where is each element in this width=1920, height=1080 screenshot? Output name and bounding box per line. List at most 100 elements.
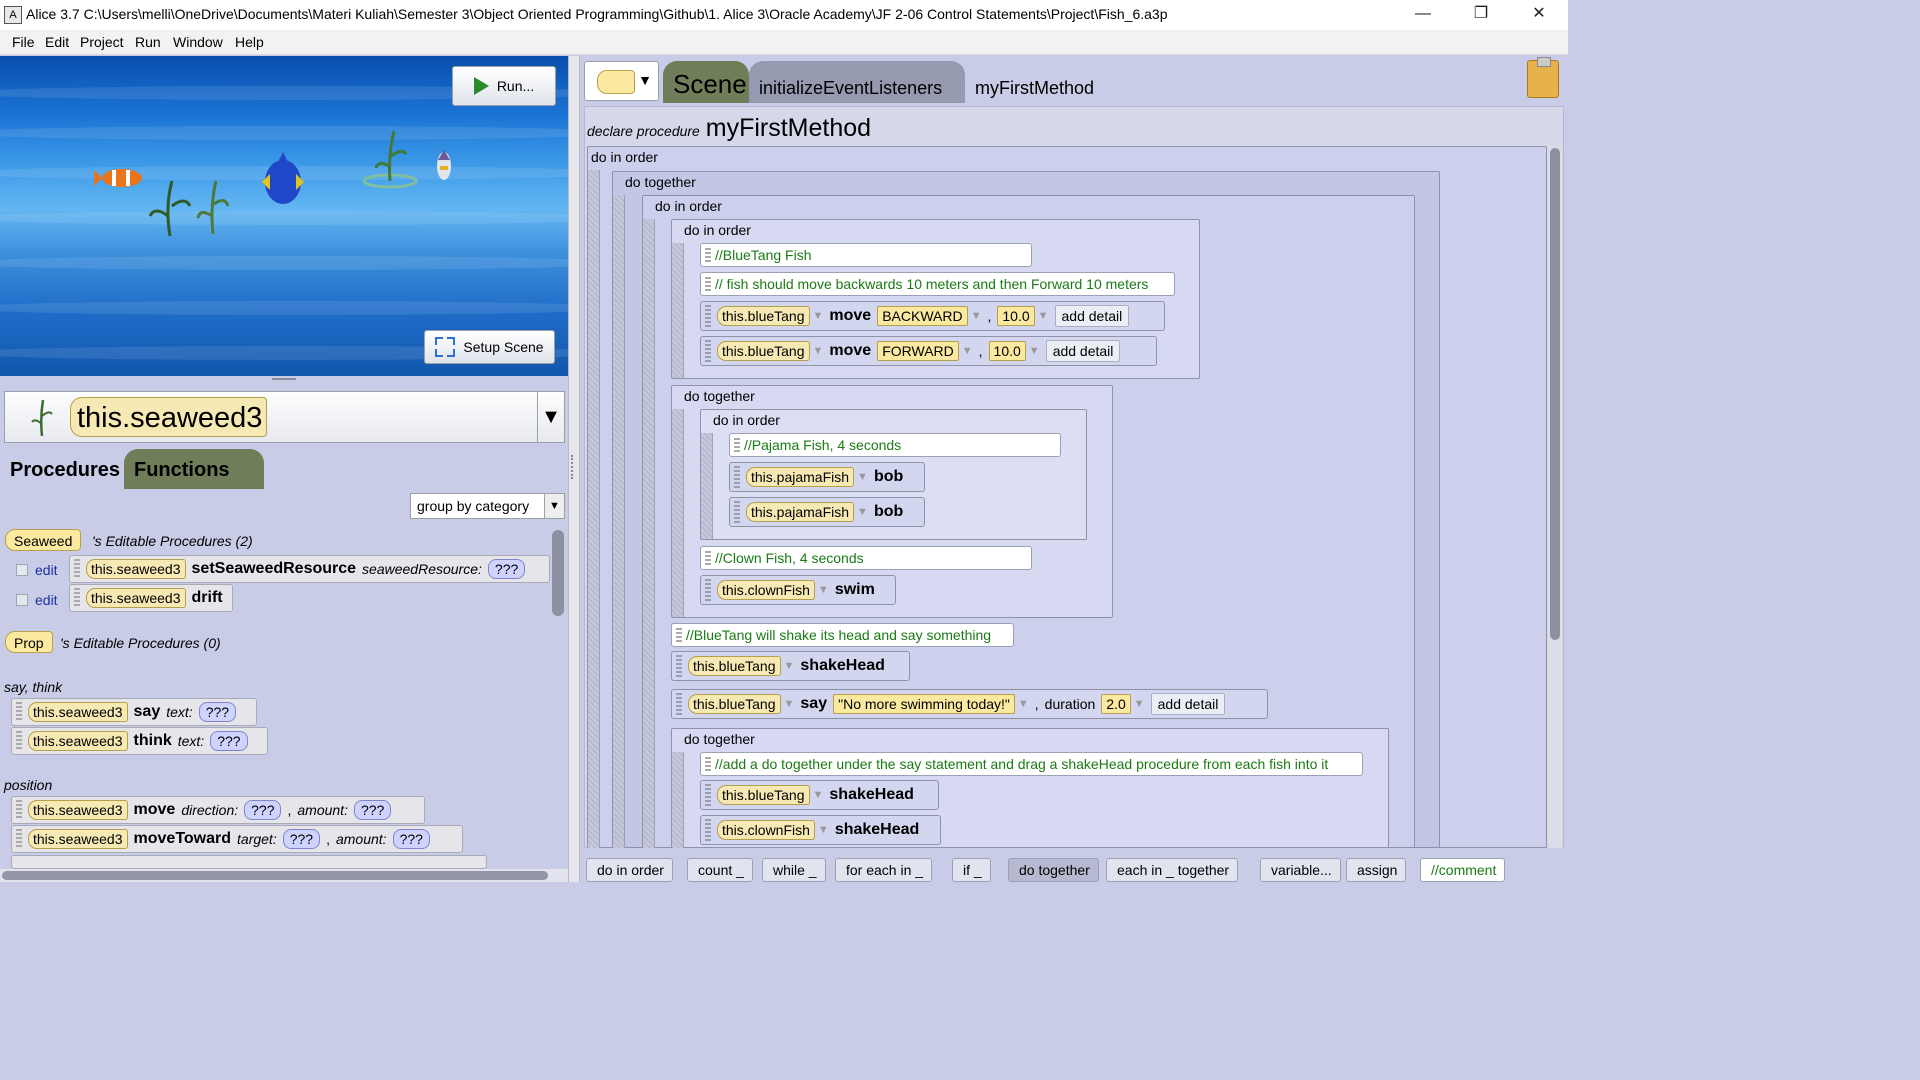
chevron-down-icon[interactable]: ▼ — [537, 392, 564, 442]
text-value[interactable]: "No more swimming today!" — [833, 694, 1015, 714]
object-ref[interactable]: this.blueTang — [688, 694, 781, 714]
statement-swim[interactable]: this.clownFish ▼ swim — [700, 575, 896, 605]
group-by-select[interactable]: group by category ▼ — [410, 493, 565, 519]
amount-value[interactable]: 10.0 — [988, 341, 1026, 361]
control-comment[interactable]: //comment — [1420, 858, 1506, 882]
object-ref[interactable]: this.blueTang — [717, 785, 810, 805]
statement-shakehead[interactable]: this.blueTang ▼ shakeHead — [700, 780, 939, 810]
arg-value[interactable]: ??? — [198, 702, 237, 722]
procedure-tile-drift[interactable]: this.seaweed3 drift — [69, 584, 233, 612]
object-ref[interactable]: this.pajamaFish — [746, 502, 855, 522]
restore-icon[interactable]: ❐ — [1452, 0, 1510, 30]
control-variable[interactable]: variable... — [1260, 858, 1341, 882]
method-name: shakeHead — [800, 657, 885, 674]
control-while[interactable]: while _ — [762, 858, 826, 882]
statement-say[interactable]: this.blueTang ▼ say "No more swimming tod… — [671, 689, 1268, 719]
member-tabs: Procedures Functions — [0, 449, 568, 489]
comment-statement[interactable]: //add a do together under the say statem… — [700, 752, 1363, 776]
arg-label: text: — [177, 733, 205, 749]
selected-object-label: this.seaweed3 — [70, 397, 268, 437]
run-button[interactable]: Run... — [452, 66, 556, 106]
statement-shakehead[interactable]: this.blueTang ▼ shakeHead — [671, 651, 910, 681]
type-chooser-button[interactable]: ▼ — [584, 61, 659, 101]
method-name: move — [829, 307, 872, 324]
procedure-tile-movetoward[interactable]: this.seaweed3 moveToward target: ??? , a… — [11, 825, 463, 853]
menu-help[interactable]: Help — [235, 34, 264, 50]
arg-value[interactable]: ??? — [392, 829, 430, 849]
menu-window[interactable]: Window — [173, 34, 223, 50]
comment-statement[interactable]: //BlueTang Fish — [700, 243, 1032, 267]
arg-value[interactable]: ??? — [210, 731, 248, 751]
duration-value[interactable]: 2.0 — [1101, 694, 1131, 714]
add-detail-button[interactable]: add detail — [1054, 305, 1130, 327]
add-detail-button[interactable]: add detail — [1045, 340, 1121, 362]
type-hexagon-icon — [597, 70, 635, 94]
object-ref[interactable]: this.pajamaFish — [746, 467, 855, 487]
close-icon[interactable]: ✕ — [1510, 0, 1568, 30]
tab-procedures[interactable]: Procedures — [0, 449, 131, 489]
amount-value[interactable]: 10.0 — [997, 306, 1035, 326]
statement-shakehead[interactable]: this.clownFish ▼ shakeHead — [700, 815, 941, 845]
block-label: do in order — [713, 412, 780, 428]
control-do-in-order[interactable]: do in order — [586, 858, 673, 882]
edit-link[interactable]: edit — [35, 592, 58, 608]
tab-scene[interactable]: Scene — [663, 61, 749, 103]
clipboard-icon[interactable] — [1527, 57, 1559, 98]
direction-value[interactable]: FORWARD — [877, 341, 959, 361]
setup-scene-label: Setup Scene — [463, 339, 544, 355]
edit-link[interactable]: edit — [35, 562, 58, 578]
control-count[interactable]: count _ — [687, 858, 753, 882]
statement-bob[interactable]: this.pajamaFish ▼ bob — [729, 462, 925, 492]
minimize-icon[interactable]: — — [1394, 0, 1452, 30]
arg-value[interactable]: ??? — [487, 559, 526, 579]
menu-edit[interactable]: Edit — [45, 34, 69, 50]
object-ref[interactable]: this.blueTang — [717, 341, 810, 361]
control-if[interactable]: if _ — [952, 858, 991, 882]
statement-bob[interactable]: this.pajamaFish ▼ bob — [729, 497, 925, 527]
menu-run[interactable]: Run — [135, 34, 161, 50]
code-scrollbar-thumb[interactable] — [1550, 148, 1560, 640]
control-do-together[interactable]: do together — [1008, 858, 1099, 882]
splitter-grip[interactable] — [571, 455, 576, 479]
checkbox[interactable] — [16, 564, 28, 576]
comment-statement[interactable]: // fish should move backwards 10 meters … — [700, 272, 1175, 296]
tab-initialize-event-listeners[interactable]: initializeEventListeners — [749, 61, 965, 103]
comment-statement[interactable]: //Clown Fish, 4 seconds — [700, 546, 1032, 570]
checkbox[interactable] — [16, 594, 28, 606]
procedure-tile-say[interactable]: this.seaweed3 say text: ??? — [11, 698, 257, 726]
palette-hscroll-thumb[interactable] — [2, 871, 548, 880]
object-ref[interactable]: this.blueTang — [688, 656, 781, 676]
comment-statement[interactable]: //Pajama Fish, 4 seconds — [729, 433, 1061, 457]
comment-statement[interactable]: //BlueTang will shake its head and say s… — [671, 623, 1014, 647]
control-for-each-in[interactable]: for each in _ — [835, 858, 933, 882]
tab-my-first-method[interactable]: myFirstMethod — [965, 61, 1105, 103]
control-assign[interactable]: assign — [1346, 858, 1407, 882]
direction-value[interactable]: BACKWARD — [877, 306, 968, 326]
add-detail-button[interactable]: add detail — [1150, 693, 1226, 715]
split-handle[interactable] — [272, 378, 296, 384]
method-name: bob — [873, 503, 904, 520]
arg-label: seaweedResource: — [362, 561, 482, 577]
procedure-tile-partial[interactable] — [11, 855, 487, 869]
object-ref[interactable]: this.clownFish — [717, 820, 815, 840]
arg-value[interactable]: ??? — [353, 800, 392, 820]
procedure-tile-think[interactable]: this.seaweed3 think text: ??? — [11, 727, 268, 755]
menu-project[interactable]: Project — [80, 34, 124, 50]
statement-move[interactable]: this.blueTang ▼ move FORWARD ▼ , 10.0 ▼ add… — [700, 336, 1157, 366]
statement-move[interactable]: this.blueTang ▼ move BACKWARD ▼ , 10.0 ▼ ad… — [700, 301, 1165, 331]
object-ref[interactable]: this.blueTang — [717, 306, 810, 326]
procedure-tile-setseaweedresource[interactable]: this.seaweed3 setSeaweedResource seaweed… — [69, 555, 550, 583]
arg-label: amount: — [297, 802, 348, 818]
control-each-in-together[interactable]: each in _ together — [1106, 858, 1239, 882]
palette-scrollbar[interactable] — [552, 530, 564, 616]
object-ref[interactable]: this.clownFish — [717, 580, 815, 600]
block-left-bar — [588, 170, 600, 848]
setup-scene-button[interactable]: Setup Scene — [424, 330, 555, 364]
seaweed-editable-header: 's Editable Procedures (2) — [92, 533, 253, 549]
menu-file[interactable]: File — [12, 34, 35, 50]
procedure-tile-move[interactable]: this.seaweed3 move direction: ??? , amou… — [11, 796, 425, 824]
chevron-down-icon: ▼ — [638, 72, 652, 88]
tab-functions[interactable]: Functions — [124, 449, 264, 489]
arg-value[interactable]: ??? — [244, 800, 282, 820]
arg-value[interactable]: ??? — [282, 829, 321, 849]
